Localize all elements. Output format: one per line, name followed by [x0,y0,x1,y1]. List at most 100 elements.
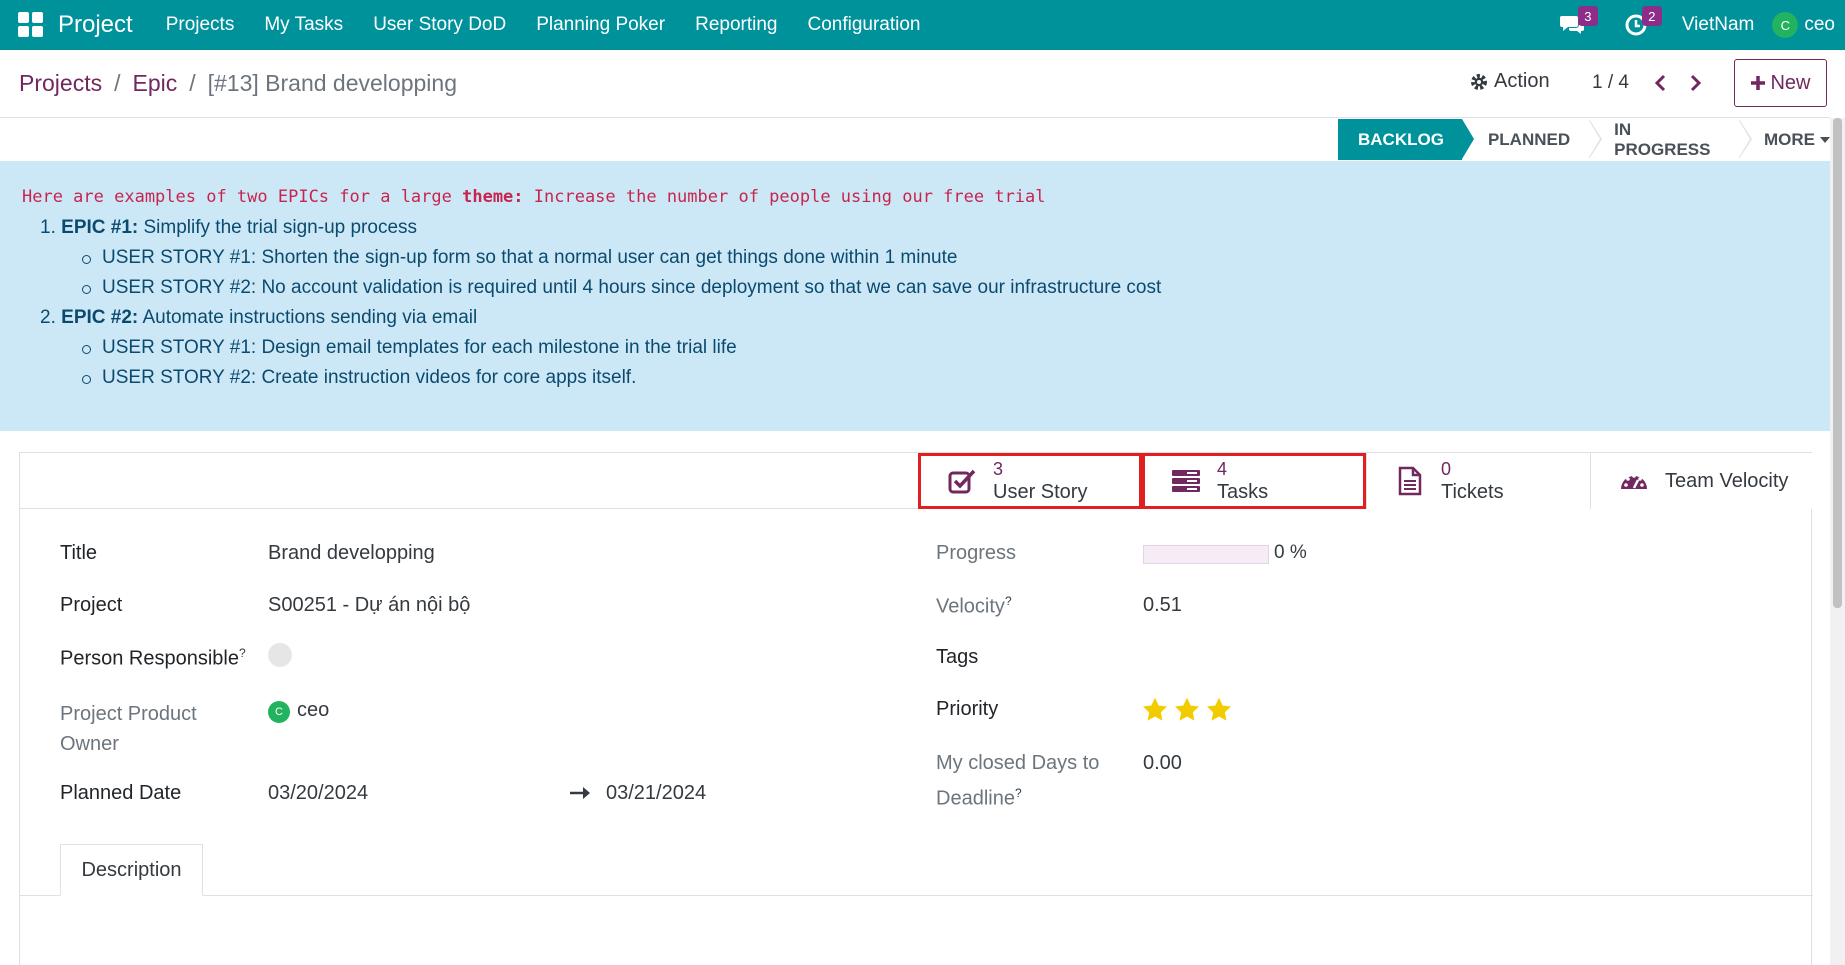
tags-label: Tags [936,646,979,668]
menu-my-tasks[interactable]: My Tasks [249,14,358,36]
epic-title: EPIC #1: [61,217,139,238]
story-item: USER STORY #1: Design email templates fo… [40,333,1161,363]
breadcrumb: Projects / Epic / [#13] Brand developpin… [19,70,457,97]
activities-clock-icon[interactable]: 2 [1622,6,1662,39]
progress-value: 0 % [1274,542,1307,563]
page-title: [#13] Brand developping [207,70,457,96]
apps-grid-icon[interactable] [18,12,44,38]
closed-days-label-line2: Deadline [936,787,1015,810]
form-sheet: 3 User Story 4 Tasks 0 Tickets Team Velo… [19,452,1813,965]
messages-icon[interactable]: 3 [1558,6,1598,39]
pager-previous-icon[interactable] [1649,70,1673,96]
priority-star-icon[interactable] [1141,696,1169,724]
pager-value[interactable]: 1 / 4 [1592,72,1629,94]
top-navbar: Project Projects My Tasks User Story DoD… [0,0,1845,50]
priority-star-icon[interactable] [1173,696,1201,724]
product-owner-label: Project Product Owner [60,699,197,759]
checkbox-icon [947,466,977,496]
stage-backlog[interactable]: BACKLOG [1338,119,1474,160]
project-label: Project [60,594,123,616]
alert-intro-prefix: Here are examples of two EPICs for a lar… [22,187,463,207]
tickets-smart-button[interactable]: 0 Tickets [1366,453,1590,509]
pager-next-icon[interactable] [1683,70,1707,96]
team-velocity-smart-button[interactable]: Team Velocity [1590,453,1813,509]
user-story-smart-button[interactable]: 3 User Story [918,453,1142,509]
tasks-smart-button[interactable]: 4 Tasks [1142,453,1366,509]
page-scrollbar[interactable] [1830,118,1845,965]
epic-number: 2. [40,307,56,328]
user-name: ceo [1804,14,1835,35]
activities-badge: 2 [1641,6,1662,26]
stage-label: IN PROGRESS [1614,119,1711,159]
alert-intro-suffix: Increase the number of people using our … [523,187,1046,207]
speedometer-icon [1619,466,1649,496]
planned-end-field[interactable]: 03/21/2024 [606,782,706,805]
stage-planned[interactable]: PLANNED [1461,119,1603,160]
company-switcher[interactable]: VietNam [1682,14,1755,36]
epic-text: Simplify the trial sign-up process [138,217,418,238]
project-field[interactable]: S00251 - Dự án nội bộ [268,594,470,617]
velocity-value: 0.51 [1143,594,1182,616]
product-owner-field[interactable]: ceo [297,699,329,722]
breadcrumb-separator: / [114,70,121,96]
velocity-label-text: Velocity [936,595,1005,618]
action-label: Action [1494,70,1550,92]
alert-intro: Here are examples of two EPICs for a lar… [22,187,1046,207]
story-item: USER STORY #1: Shorten the sign-up form … [40,243,1161,273]
stage-more-dropdown[interactable]: MORE [1738,119,1845,160]
breadcrumb-projects[interactable]: Projects [19,70,102,97]
plus-icon [1751,76,1766,90]
planned-start-field[interactable]: 03/20/2024 [268,782,368,805]
control-panel: Projects / Epic / [#13] Brand developpin… [0,50,1830,118]
menu-user-story-dod[interactable]: User Story DoD [358,14,521,36]
epic-info-alert: Here are examples of two EPICs for a lar… [0,161,1830,431]
notebook-divider [20,895,1813,896]
user-story-label: User Story [993,481,1088,503]
help-mark: ? [239,646,246,660]
menu-configuration[interactable]: Configuration [792,14,935,36]
title-label: Title [60,542,98,564]
person-responsible-text: Person Responsible [60,647,239,670]
user-story-count: 3 [993,459,1004,479]
priority-label: Priority [936,698,999,720]
breadcrumb-epic[interactable]: Epic [132,70,177,97]
avatar: C [1772,12,1799,38]
person-responsible-avatar[interactable] [268,643,292,667]
person-responsible-label: Person Responsible? [60,646,246,671]
tab-description[interactable]: Description [60,844,203,896]
stage-statusbar: BACKLOG PLANNED IN PROGRESS MORE [1338,119,1845,160]
closed-days-label: My closed Days to Deadline? [936,748,1099,814]
closed-days-label-line1: My closed Days to [936,752,1100,774]
stage-label: PLANNED [1487,129,1571,149]
tags-field[interactable] [1143,643,1543,671]
stage-in-progress[interactable]: IN PROGRESS [1588,119,1752,160]
epic-item: 1. EPIC #1: Simplify the trial sign-up p… [40,213,1161,243]
document-icon [1395,466,1425,496]
epic-item: 2. EPIC #2: Automate instructions sendin… [40,303,1161,333]
planned-date-label: Planned Date [60,782,182,804]
closed-days-value: 0.00 [1143,752,1182,774]
team-velocity-label: Team Velocity [1665,469,1789,492]
menu-projects[interactable]: Projects [151,14,250,36]
smart-button-bar: 3 User Story 4 Tasks 0 Tickets Team Velo… [20,453,1813,509]
help-mark: ? [1004,594,1012,608]
help-mark: ? [1014,786,1022,800]
avatar: C [268,701,290,723]
user-menu[interactable]: C ceo [1772,12,1835,38]
story-item: USER STORY #2: Create instruction videos… [40,363,1161,393]
title-field[interactable]: Brand developping [268,542,435,565]
new-button[interactable]: New [1734,59,1827,107]
product-owner-label-line2: Owner [60,733,119,755]
messages-badge: 3 [1577,6,1598,26]
menu-planning-poker[interactable]: Planning Poker [521,14,680,36]
tasks-label: Tasks [1217,481,1269,503]
scrollbar-thumb[interactable] [1833,118,1842,608]
alert-intro-bold: theme: [462,187,524,207]
priority-star-icon[interactable] [1205,696,1233,724]
progress-label: Progress [936,542,1017,564]
app-name[interactable]: Project [58,11,133,39]
gear-icon [1471,73,1487,90]
action-button[interactable]: Action [1470,70,1550,93]
menu-reporting[interactable]: Reporting [680,14,792,36]
product-owner-label-line1: Project Product [60,703,197,725]
